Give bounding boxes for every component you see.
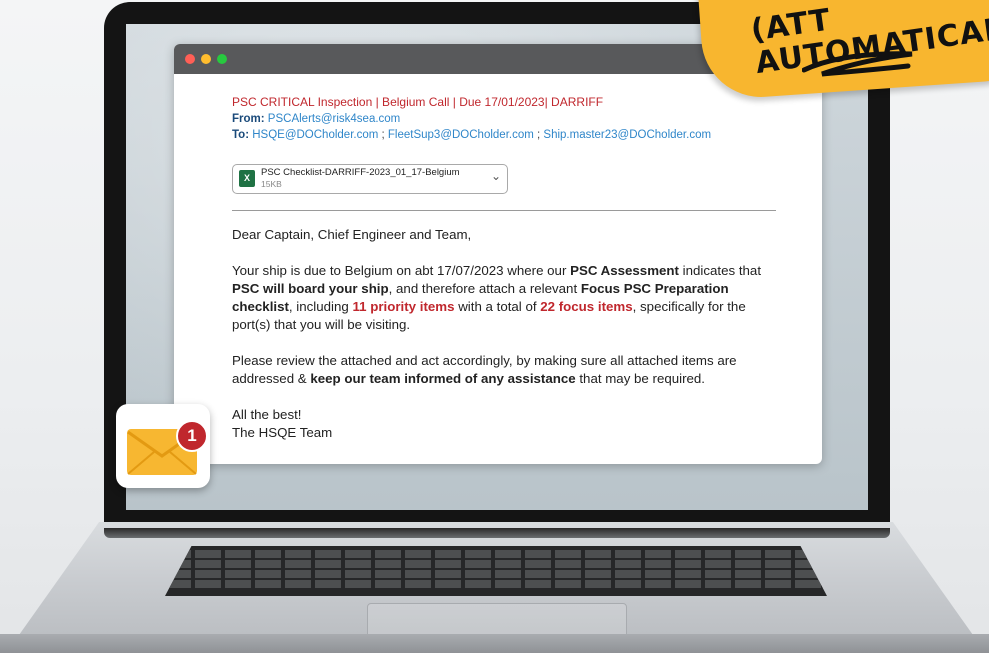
- from-line: From: PSCAlerts@risk4sea.com: [232, 113, 792, 125]
- text-run: that may be required.: [575, 371, 706, 386]
- header-divider: [232, 210, 776, 211]
- from-label: From:: [232, 113, 265, 125]
- attachment-name: PSC Checklist-DARRIFF-2023_01_17-Belgium: [261, 167, 460, 178]
- signoff: All the best!: [232, 407, 302, 422]
- keyboard-row: [165, 580, 827, 588]
- laptop-hinge: [104, 528, 890, 538]
- keyboard: [165, 546, 827, 596]
- chevron-down-icon[interactable]: ⌄: [491, 169, 501, 183]
- to-separator: ;: [378, 129, 388, 141]
- body-paragraph-2: Please review the attached and act accor…: [232, 352, 780, 388]
- signature: The HSQE Team: [232, 425, 333, 440]
- keyboard-row: [165, 570, 827, 578]
- notification-count-badge: 1: [176, 420, 208, 452]
- priority-items-highlight: 11 priority items: [352, 299, 455, 314]
- to-address-link[interactable]: HSQE@DOCholder.com: [252, 129, 378, 141]
- to-separator: ;: [533, 129, 544, 141]
- email-content: PSC CRITICAL Inspection | Belgium Call |…: [232, 92, 792, 440]
- email-body: Dear Captain, Chief Engineer and Team, Y…: [232, 226, 780, 442]
- bold-text: PSC will board your ship: [232, 281, 389, 296]
- email-window: PSC CRITICAL Inspection | Belgium Call |…: [174, 44, 822, 464]
- maximize-window-button[interactable]: [217, 54, 227, 64]
- bold-text: keep our team informed of any assistance: [310, 371, 576, 386]
- email-subject: PSC CRITICAL Inspection | Belgium Call |…: [232, 95, 604, 109]
- attachment-size: 15KB: [261, 179, 282, 189]
- keyboard-row: [165, 560, 827, 568]
- to-label: To:: [232, 129, 250, 141]
- text-run: with a total of: [454, 299, 541, 314]
- attachment-card[interactable]: X PSC Checklist-DARRIFF-2023_01_17-Belgi…: [232, 164, 508, 194]
- minimize-window-button[interactable]: [201, 54, 211, 64]
- from-address-link[interactable]: PSCAlerts@risk4sea.com: [268, 113, 400, 125]
- excel-file-icon: X: [239, 170, 255, 187]
- body-paragraph-1: Your ship is due to Belgium on abt 17/07…: [232, 262, 780, 334]
- to-address-link[interactable]: Ship.master23@DOCholder.com: [543, 129, 711, 141]
- text-run: Your ship is due to Belgium on abt 17/07…: [232, 263, 571, 278]
- text-run: indicates that: [678, 263, 762, 278]
- to-address-link[interactable]: FleetSup3@DOCholder.com: [388, 129, 534, 141]
- close-window-button[interactable]: [185, 54, 195, 64]
- text-run: , including: [288, 299, 353, 314]
- greeting: Dear Captain, Chief Engineer and Team,: [232, 227, 472, 242]
- bold-text: PSC Assessment: [570, 263, 679, 278]
- keyboard-row: [165, 550, 827, 558]
- focus-items-highlight: 22 focus items: [540, 299, 633, 314]
- underline-squiggle-icon: [802, 51, 913, 77]
- text-run: , and therefore attach a relevant: [388, 281, 581, 296]
- laptop-front-edge: [0, 634, 989, 653]
- to-line: To: HSQE@DOCholder.com ; FleetSup3@DOCho…: [232, 129, 792, 141]
